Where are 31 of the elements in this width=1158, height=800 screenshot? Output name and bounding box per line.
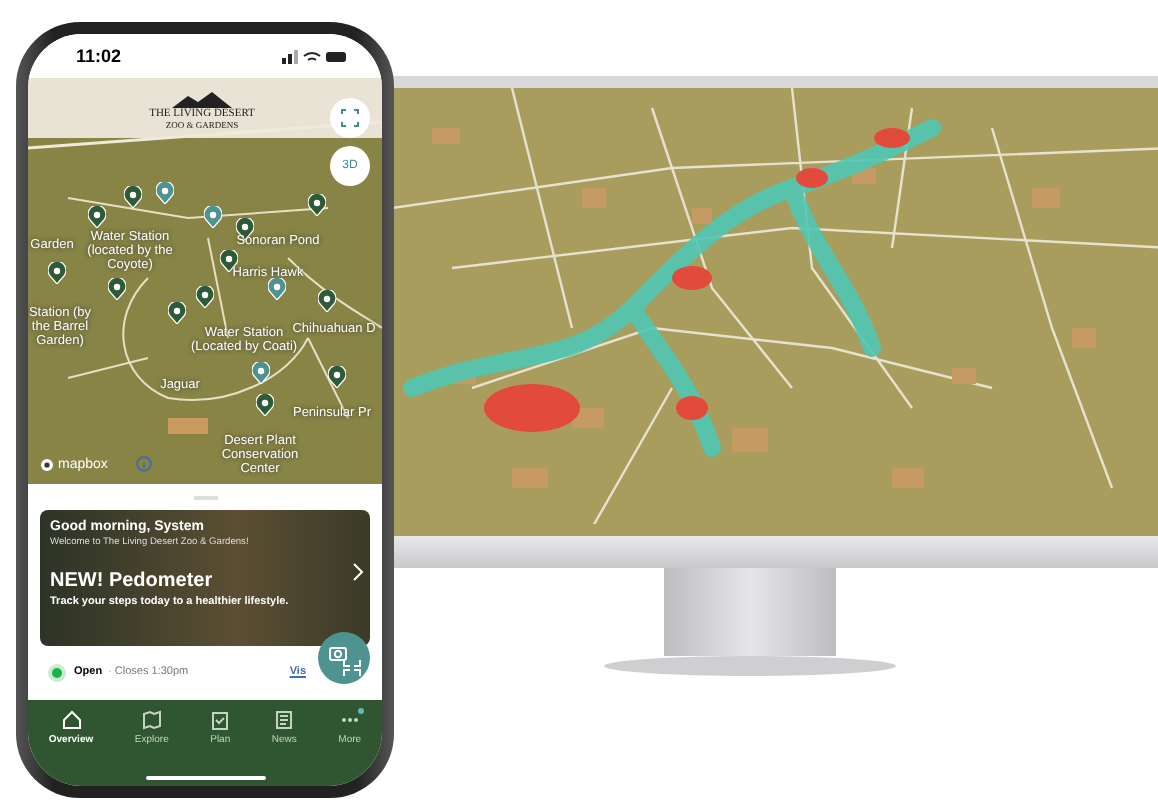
map-pin-icon (88, 206, 106, 228)
map-pin-icon (124, 186, 142, 208)
map-pin-icon (318, 290, 336, 312)
map-icon (141, 710, 162, 730)
camera-scan-button[interactable] (318, 632, 370, 684)
status-time: 11:02 (76, 46, 122, 66)
chevron-right-icon (352, 562, 364, 582)
map-pin-icon (48, 262, 66, 284)
map-pin-icon (268, 278, 286, 300)
home-indicator (145, 776, 265, 780)
map-pin-icon (256, 394, 274, 416)
drag-handle[interactable] (193, 496, 217, 500)
map-pin-icon (156, 182, 174, 204)
logo-icon (172, 90, 232, 108)
camera-icon (327, 641, 361, 675)
clipboard-icon (210, 710, 231, 730)
newspaper-icon (274, 710, 295, 730)
map-pin-icon (252, 362, 270, 384)
info-icon (136, 456, 152, 472)
promo-title: NEW! Pedometer (50, 570, 215, 592)
status-dot (52, 667, 62, 677)
mapbox-logo-icon (40, 458, 54, 472)
map-pin-icon (328, 366, 346, 388)
home-icon (61, 710, 81, 730)
expand-icon (340, 108, 360, 128)
map-pin-icon (168, 302, 186, 324)
map-pin-icon (196, 286, 214, 308)
status-icons (282, 49, 346, 63)
map-pin-icon (108, 278, 126, 300)
map-pin-icon (308, 194, 326, 216)
map-pin-icon (204, 206, 222, 228)
